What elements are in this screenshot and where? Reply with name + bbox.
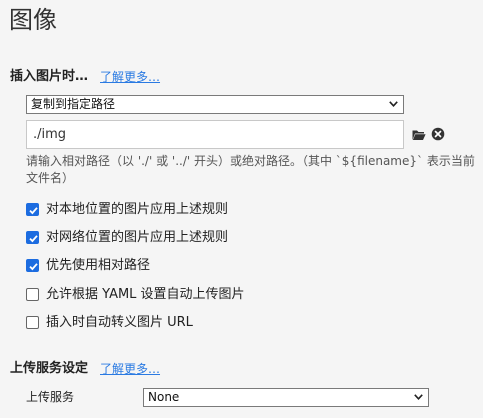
option-label: 插入时自动转义图片 URL	[46, 315, 193, 330]
upload-learn-more-link[interactable]: 了解更多…	[100, 360, 160, 378]
option-label: 允许根据 YAML 设置自动上传图片	[46, 287, 245, 302]
folder-icon[interactable]	[412, 128, 426, 142]
image-path-value: ./img	[33, 127, 67, 142]
clear-circle-icon[interactable]	[431, 127, 445, 141]
check-icon	[29, 263, 38, 271]
upload-service-select-value: None	[148, 390, 180, 404]
insert-action-select-value: 复制到指定路径	[31, 97, 116, 111]
option-label: 优先使用相对路径	[46, 258, 151, 273]
option-label: 对本地位置的图片应用上述规则	[46, 202, 229, 217]
checkbox-unchecked[interactable]	[26, 316, 39, 329]
insert-action-select[interactable]: 复制到指定路径	[26, 95, 404, 114]
page-title: 图像	[9, 6, 57, 34]
checkbox-checked[interactable]	[26, 259, 39, 272]
upload-service-select[interactable]: None	[143, 388, 429, 407]
insert-learn-more-link[interactable]: 了解更多…	[100, 68, 160, 86]
check-icon	[29, 207, 38, 215]
path-hint-text: 请输入相对路径（以 './' 或 '../' 开头）或绝对路径。（其中 `${f…	[26, 154, 475, 185]
checkbox-checked[interactable]	[26, 231, 39, 244]
check-icon	[29, 235, 38, 243]
chevron-down-icon	[389, 101, 398, 107]
checkbox-checked[interactable]	[26, 203, 39, 216]
checkbox-unchecked[interactable]	[26, 288, 39, 301]
image-path-input[interactable]: ./img	[26, 120, 404, 149]
upload-service-section-title: 上传服务设定	[10, 361, 89, 376]
chevron-down-icon	[414, 394, 423, 400]
option-label: 对网络位置的图片应用上述规则	[46, 230, 229, 245]
upload-service-label: 上传服务	[26, 390, 75, 404]
insert-image-section-title: 插入图片时…	[10, 69, 89, 84]
